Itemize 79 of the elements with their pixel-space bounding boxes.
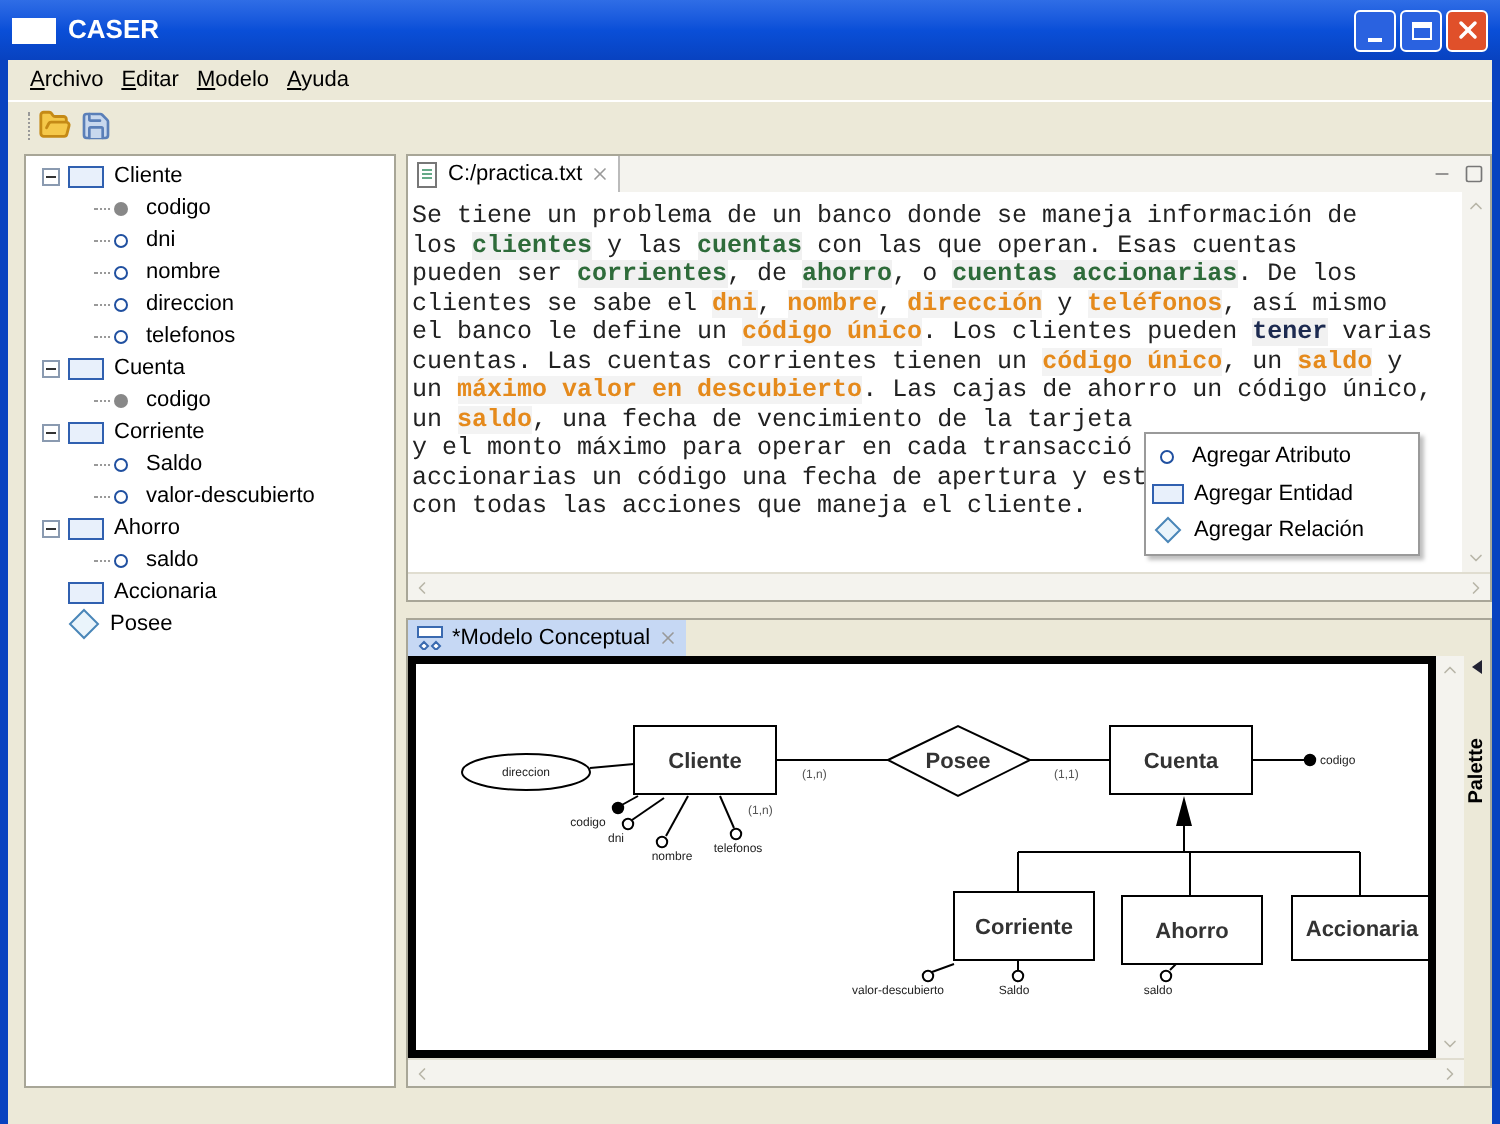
close-button[interactable] [1446,9,1488,51]
entity-box: Cuenta [1109,725,1253,795]
entity-icon [68,357,104,379]
editor-tab[interactable]: C:/practica.txt [408,156,621,192]
collapse-icon[interactable] [42,359,60,377]
entity-icon [68,421,104,443]
menu-item[interactable]: Modelo [196,63,270,97]
text-line: cuentas. Las cuentas corrientes tienen un código único, un saldo y [412,347,1403,376]
text-line: pueden ser corrientes, de ahorro, o cuentas accionarias. De los [412,260,1358,289]
menu-item[interactable]: Ayuda [287,63,350,97]
collapse-icon[interactable] [42,167,60,185]
tree-item[interactable]: codigo [146,191,211,225]
tree-item[interactable]: dni [146,223,176,257]
tree-item[interactable]: direccion [146,287,235,321]
attribute-connector [921,963,955,983]
text-line: y el monto máximo para operar en cada transacció [412,434,1133,463]
tree-item[interactable]: Ahorro [114,511,181,545]
text-line: con todas las acciones que maneja el cliente. [412,492,1088,521]
tree-item[interactable]: Saldo [146,447,203,481]
tree-item[interactable]: telefonos [146,319,236,353]
text-line: Se tiene un problema de un banco donde se maneja información de [412,202,1358,231]
entity-box: Corriente [953,891,1095,961]
key-attribute-connector [1251,753,1317,767]
relationship-diamond: Posee [885,724,1033,798]
entity-icon [68,581,104,603]
text-line: un máximo valor en descubierto. Las cajas de ahorro un código único, [412,376,1433,405]
palette-label: Palette [1464,738,1490,804]
diamond-icon [1154,516,1182,545]
tree-item[interactable]: Cliente [114,159,183,193]
tree-item[interactable]: codigo [146,383,211,417]
tree-item[interactable]: valor-descubierto [146,479,315,513]
close-icon[interactable] [658,628,679,648]
maximize-button[interactable] [1400,9,1442,51]
attribute-connector [1159,963,1177,983]
text-line: un saldo, una fecha de vencimiento de la tarjeta [412,405,1133,434]
key-attribute-connector [611,795,639,815]
maximize-icon[interactable] [1464,164,1484,184]
horizontal-scrollbar[interactable] [408,1058,1464,1086]
text-line: accionarias un código una fecha de apertura y est [412,463,1148,492]
attribute-connector [1011,959,1025,983]
palette-strip[interactable]: Palette [1464,656,1490,1086]
tree-item[interactable]: Accionaria [114,575,217,609]
collapse-icon[interactable] [42,519,60,537]
menu-item[interactable]: Agregar Atributo [1146,438,1418,475]
horizontal-scrollbar[interactable] [408,572,1490,600]
menu-item[interactable]: Agregar Relación [1146,512,1418,549]
entity-icon [68,165,104,187]
attribute-connector [719,795,743,841]
minimize-button[interactable] [1354,9,1396,51]
tree-item[interactable]: Posee [110,607,173,641]
text-line: los clientes y las cuentas con las que operan. Esas cuentas [412,231,1298,260]
entity-icon [68,517,104,539]
text-line: el banco le define un código único. Los clientes pueden tener varias [412,318,1433,347]
tree-item[interactable]: nombre [146,255,221,289]
diamond-icon [68,608,100,640]
diagram-icon [416,626,444,650]
tree-item[interactable]: Corriente [114,415,205,449]
close-icon [1453,16,1481,44]
vertical-scrollbar[interactable] [1462,192,1490,572]
rectangle-icon [1152,483,1184,504]
document-icon [416,161,440,187]
app-icon [12,17,56,43]
tab-title: C:/practica.txt [448,159,583,190]
menu-item[interactable]: Editar [121,63,179,97]
save-icon[interactable] [80,109,112,141]
window-title: CASER [68,12,160,49]
diagram-tab[interactable]: *Modelo Conceptual [408,620,687,656]
close-icon[interactable] [590,164,611,184]
menu-item[interactable]: Agregar Entidad [1146,475,1418,512]
collapse-arrow-icon[interactable] [1472,660,1482,674]
tree-item[interactable]: Cuenta [114,351,185,385]
entity-box: Accionaria [1291,895,1428,961]
entity-box: Cliente [633,725,777,795]
entity-box: Ahorro [1121,895,1263,965]
text-line: clientes se sabe el dni, nombre, dirección y teléfonos, así mismo [412,289,1388,318]
menu-item[interactable]: Archivo [30,63,104,97]
tree-item[interactable]: saldo [146,543,199,577]
open-folder-icon[interactable] [38,108,72,142]
collapse-icon[interactable] [42,423,60,441]
